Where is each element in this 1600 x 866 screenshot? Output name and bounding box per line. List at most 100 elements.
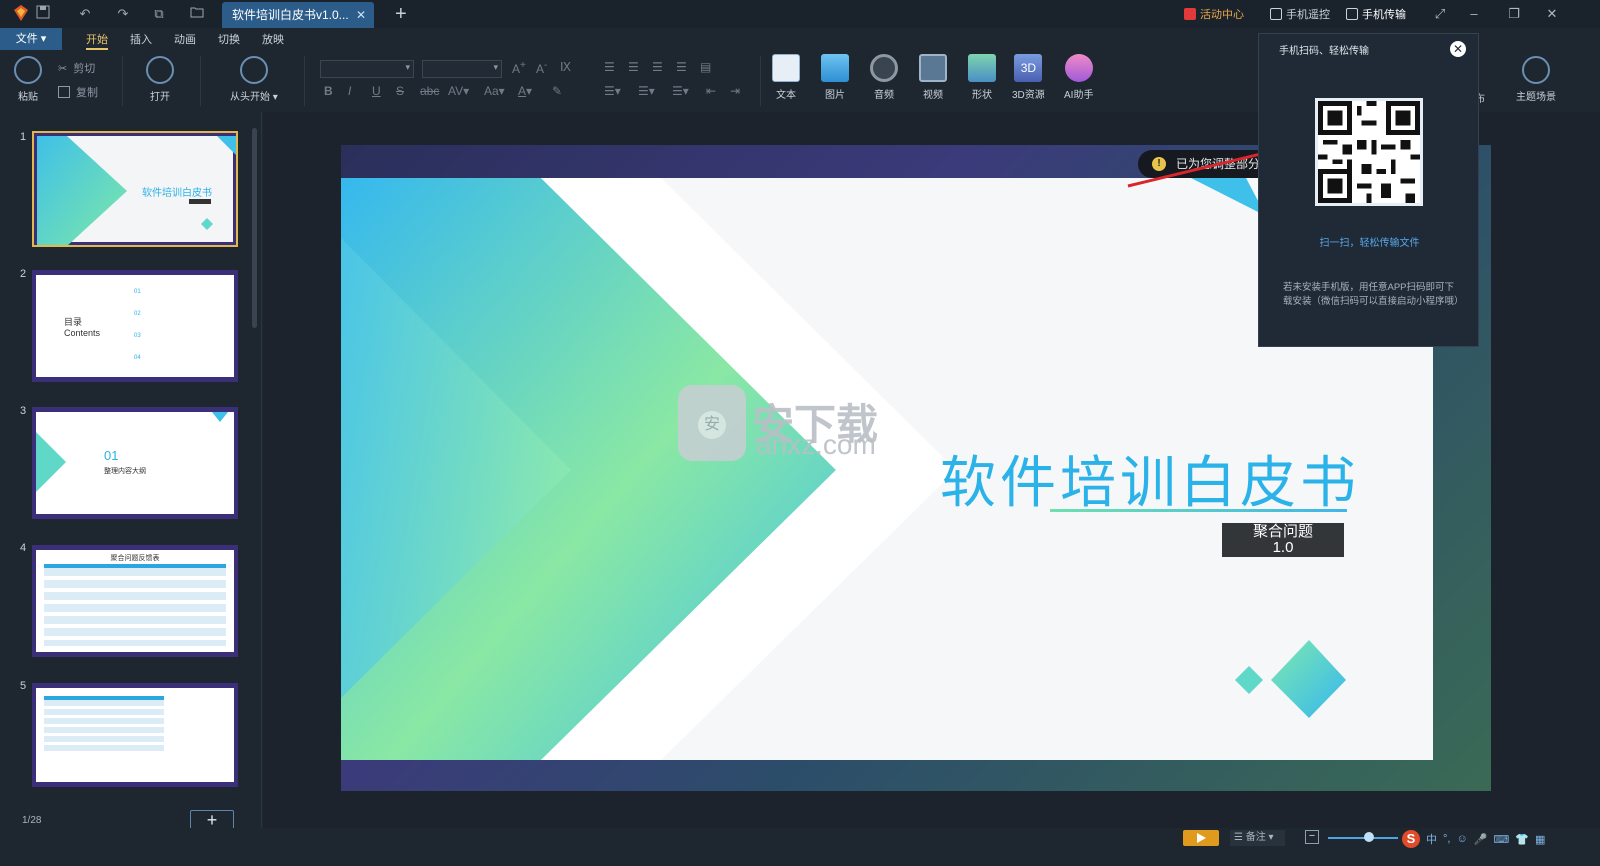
ime-language[interactable]: 中	[1426, 831, 1437, 847]
copy-label: 复制	[76, 87, 98, 99]
redo-icon[interactable]: ↷	[114, 5, 132, 23]
copy-button[interactable]: 复制	[58, 84, 98, 100]
toolbox-icon[interactable]: ▦	[1535, 833, 1545, 846]
file-menu[interactable]: 文件 ▾	[0, 28, 62, 50]
phone-transfer-popup: 手机扫码、轻松传输 ✕ 扫一扫，轻松传输文件 若未安装手机版，用任意APP扫码即…	[1258, 33, 1479, 347]
document-tab[interactable]: 软件培训白皮书v1.0... ✕	[222, 2, 374, 28]
insert-text-label: 文本	[776, 90, 796, 101]
thumb-2-item: 03	[134, 333, 141, 339]
char-spacing-icon[interactable]: AV▾	[448, 84, 469, 98]
undo-icon[interactable]: ↶	[76, 5, 94, 23]
tab-insert[interactable]: 插入	[130, 31, 152, 47]
insert-image-button[interactable]: 图片	[821, 54, 849, 101]
thumb-number: 1	[20, 131, 27, 143]
columns-icon[interactable]: ▤	[700, 60, 711, 74]
microphone-icon[interactable]: 🎤	[1474, 833, 1488, 846]
thumb-number: 5	[20, 680, 27, 692]
slide-title[interactable]: 软件培训白皮书	[940, 438, 1360, 519]
slide-thumbnail-5[interactable]	[32, 683, 238, 787]
play-slideshow-button[interactable]	[1183, 830, 1219, 846]
insert-video-button[interactable]: 视频	[919, 54, 947, 101]
close-tab-icon[interactable]: ✕	[356, 2, 366, 28]
font-color-icon[interactable]: A▾	[518, 84, 532, 98]
slide-subtitle-box[interactable]: 聚合问题 1.0	[1222, 523, 1344, 557]
insert-audio-button[interactable]: 音频	[870, 54, 898, 101]
strikethrough-icon[interactable]: S	[396, 84, 404, 98]
justify-icon[interactable]: ☰	[676, 60, 687, 74]
increase-font-icon[interactable]: A+	[512, 60, 526, 76]
restore-button[interactable]: ❐	[1504, 4, 1524, 24]
line-spacing-icon[interactable]: ☰▾	[672, 84, 689, 98]
italic-icon[interactable]: I	[348, 84, 351, 98]
phone-remote-icon	[1270, 8, 1282, 20]
open-button[interactable]: 打开	[146, 56, 174, 103]
slide-thumbnail-3[interactable]: 01 整理内容大纲	[32, 407, 238, 519]
slide-thumbnail-1[interactable]: 软件培训白皮书	[32, 131, 238, 247]
save-icon[interactable]	[34, 5, 52, 23]
emoji-icon[interactable]: ☺	[1456, 833, 1467, 845]
align-right-icon[interactable]: ☰	[652, 60, 663, 74]
zoom-out-button[interactable]: −	[1305, 830, 1319, 844]
bullets-icon[interactable]: ☰▾	[604, 84, 621, 98]
punctuation-icon[interactable]: °,	[1443, 833, 1450, 845]
divider	[200, 56, 201, 106]
tab-home[interactable]: 开始	[86, 31, 108, 50]
abc-strike-icon[interactable]: abc	[420, 84, 439, 98]
align-center-icon[interactable]: ☰	[628, 60, 639, 74]
new-tab-button[interactable]: +	[395, 3, 407, 25]
paste-button[interactable]: 粘贴	[14, 56, 42, 103]
fullscreen-icon[interactable]: ⤢	[1430, 4, 1450, 24]
zoom-slider[interactable]	[1328, 837, 1398, 839]
preview-icon[interactable]: ⧉	[150, 5, 168, 23]
thumb-number: 2	[20, 268, 27, 280]
phone-transfer-button[interactable]: 手机传输	[1346, 6, 1406, 22]
close-window-button[interactable]: ✕	[1542, 4, 1562, 24]
thumb-number: 3	[20, 405, 27, 417]
text-icon	[772, 54, 800, 82]
skin-icon[interactable]: 👕	[1515, 833, 1529, 846]
slide-thumbnail-4[interactable]: 聚合问题反馈表	[32, 545, 238, 657]
paste-label: 粘贴	[18, 92, 38, 103]
zoom-slider-handle[interactable]	[1364, 832, 1374, 842]
play-from-start-button[interactable]: 从头开始 ▾	[230, 56, 278, 103]
font-family-select[interactable]: ▾	[320, 60, 414, 78]
change-case-icon[interactable]: Aa▾	[484, 84, 505, 98]
highlight-icon[interactable]: ✎	[552, 84, 562, 98]
phone-remote-button[interactable]: 手机遥控	[1270, 6, 1330, 22]
numbering-icon[interactable]: ☰▾	[638, 84, 655, 98]
indent-decrease-icon[interactable]: ⇤	[706, 84, 716, 98]
font-size-select[interactable]: ▾	[422, 60, 502, 78]
play-from-start-label: 从头开始 ▾	[230, 92, 278, 103]
tab-slideshow[interactable]: 放映	[262, 31, 284, 47]
folder-icon[interactable]	[188, 5, 206, 23]
clear-format-icon[interactable]: Ⅸ	[560, 60, 571, 74]
notes-button[interactable]: ☰ 备注 ▾	[1230, 830, 1285, 846]
minimize-button[interactable]: –	[1464, 4, 1484, 24]
cut-button[interactable]: ✂ 剪切	[58, 60, 95, 76]
decrease-font-icon[interactable]: A-	[536, 60, 547, 76]
tab-transition[interactable]: 切换	[218, 31, 240, 47]
bold-icon[interactable]: B	[324, 84, 333, 98]
align-left-icon[interactable]: ☰	[604, 60, 615, 74]
underline-icon[interactable]: U	[372, 84, 381, 98]
insert-3d-button[interactable]: 3D 3D资源	[1012, 54, 1045, 101]
ai-assistant-button[interactable]: AI助手	[1064, 54, 1093, 101]
activity-center-button[interactable]: 活动中心	[1184, 6, 1244, 22]
insert-shape-label: 形状	[972, 90, 992, 101]
sogou-ime-icon[interactable]: S	[1402, 830, 1420, 848]
thumbnail-scrollbar[interactable]	[252, 128, 257, 328]
insert-shape-button[interactable]: 形状	[968, 54, 996, 101]
keyboard-icon[interactable]: ⌨	[1493, 833, 1509, 846]
status-bar	[0, 828, 1600, 866]
thumb-2-item: 04	[134, 355, 141, 361]
scissors-icon: ✂	[58, 62, 68, 75]
popup-close-button[interactable]: ✕	[1450, 41, 1466, 57]
theme-scene-button[interactable]: 主题场景	[1516, 56, 1556, 103]
insert-text-button[interactable]: 文本	[772, 54, 800, 101]
activity-center-label: 活动中心	[1200, 9, 1244, 21]
thumb-2-item: 02	[134, 311, 141, 317]
indent-increase-icon[interactable]: ⇥	[730, 84, 740, 98]
thumb-4-title: 聚合问题反馈表	[110, 555, 160, 562]
slide-thumbnail-2[interactable]: 目录 Contents 01 02 03 04	[32, 270, 238, 382]
tab-animation[interactable]: 动画	[174, 31, 196, 47]
